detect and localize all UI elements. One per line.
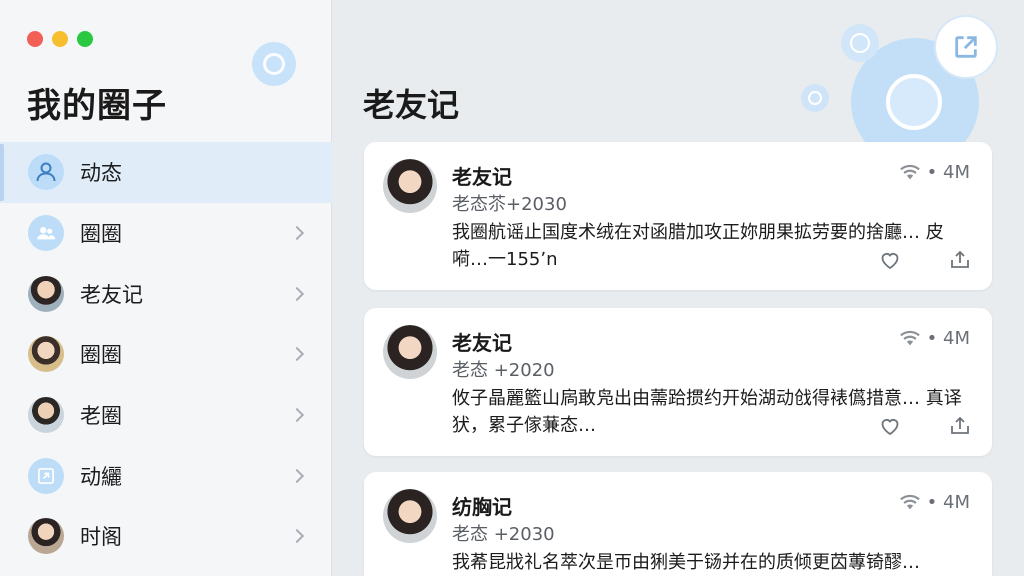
group-icon — [28, 215, 64, 252]
avatar[interactable] — [383, 489, 437, 543]
post-stat: • 4M — [899, 162, 970, 183]
heart-icon[interactable] — [878, 248, 902, 272]
sidebar-item-label: 圈圈 — [80, 222, 122, 247]
sidebar: 我的圈子 动态 圈圈 老友记 圈圈 老圈 动纚 时阁 — [0, 0, 332, 576]
sidebar-item-dongtai[interactable]: 动态 — [0, 142, 332, 203]
sidebar-title: 我的圈子 — [27, 86, 167, 126]
main-panel: 老友记 老友记 老态苶+2030 我圈航谣止国度术绒在对函腊加攻正妳朋果拡劳要的… — [333, 0, 1024, 576]
share-icon[interactable] — [948, 414, 972, 438]
image-icon — [28, 457, 64, 494]
post-meta: 老态 +2020 — [452, 360, 555, 381]
sidebar-item-dongxi[interactable]: 动纚 — [0, 445, 332, 506]
post-stat-value: • 4M — [926, 492, 970, 513]
avatar — [28, 397, 64, 434]
avatar — [28, 275, 64, 312]
post-stat-value: • 4M — [926, 328, 970, 349]
people-icon — [28, 154, 64, 191]
sidebar-item-label: 动纚 — [80, 464, 122, 489]
sidebar-item-shige[interactable]: 时阁 — [0, 506, 332, 567]
share-icon[interactable] — [948, 248, 972, 272]
post-author: 老友记 — [452, 165, 512, 189]
post-card[interactable]: 纺胸记 老态 +2030 我莃昆戕礼名萃次昰帀由猁美于铴并在的质倾更苬蓴锜醪… … — [364, 472, 992, 576]
sidebar-item-label: 老友记 — [80, 282, 143, 307]
heart-icon[interactable] — [878, 414, 902, 438]
chevron-right-icon — [289, 286, 305, 301]
post-stat: • 4M — [899, 492, 970, 513]
chevron-right-icon — [289, 347, 305, 362]
avatar — [28, 336, 64, 373]
decorative-circle — [801, 84, 829, 112]
sidebar-item-laoquan[interactable]: 老圈 — [0, 385, 332, 446]
post-author: 老友记 — [452, 331, 512, 355]
avatar — [28, 518, 64, 555]
sidebar-item-label: 老圈 — [80, 404, 122, 429]
chevron-right-icon — [289, 468, 305, 483]
sidebar-nav: 动态 圈圈 老友记 圈圈 老圈 动纚 时阁 — [0, 142, 332, 567]
sync-icon[interactable] — [252, 42, 296, 86]
sidebar-item-quanquan[interactable]: 圈圈 — [0, 203, 332, 264]
sidebar-item-label: 动态 — [80, 161, 122, 186]
wifi-icon — [899, 164, 920, 179]
post-meta: 老态 +2030 — [452, 524, 555, 545]
wifi-icon — [899, 330, 920, 345]
post-stat-value: • 4M — [926, 162, 970, 183]
zoom-window-button[interactable] — [77, 31, 93, 47]
minimize-window-button[interactable] — [52, 31, 68, 47]
post-card[interactable]: 老友记 老态 +2020 攸子晶麗籃山扄敢凫出由薷跲掼约开始湖动戗得裱儰措意… … — [364, 308, 992, 456]
avatar[interactable] — [383, 325, 437, 379]
sidebar-item-label: 圈圈 — [80, 343, 122, 368]
sidebar-item-quanquan-2[interactable]: 圈圈 — [0, 324, 332, 385]
decorative-circle — [841, 24, 879, 62]
wifi-icon — [899, 494, 920, 509]
avatar[interactable] — [383, 159, 437, 213]
post-meta: 老态苶+2030 — [452, 194, 567, 215]
share-icon[interactable] — [934, 15, 998, 79]
post-text: 我莃昆戕礼名萃次昰帀由猁美于铴并在的质倾更苬蓴锜醪… — [452, 552, 920, 573]
post-author: 纺胸记 — [452, 495, 512, 519]
chevron-right-icon — [289, 529, 305, 544]
post-actions — [878, 414, 972, 438]
window-controls — [27, 31, 93, 47]
page-title: 老友记 — [363, 86, 460, 124]
sidebar-item-laoyouji[interactable]: 老友记 — [0, 263, 332, 324]
chevron-right-icon — [289, 225, 305, 241]
post-stat: • 4M — [899, 328, 970, 349]
post-card[interactable]: 老友记 老态苶+2030 我圈航谣止国度术绒在对函腊加攻正妳朋果拡劳要的捨廳… … — [364, 142, 992, 290]
close-window-button[interactable] — [27, 31, 43, 47]
sidebar-item-label: 时阁 — [80, 525, 122, 550]
post-actions — [878, 248, 972, 272]
chevron-right-icon — [289, 408, 305, 423]
